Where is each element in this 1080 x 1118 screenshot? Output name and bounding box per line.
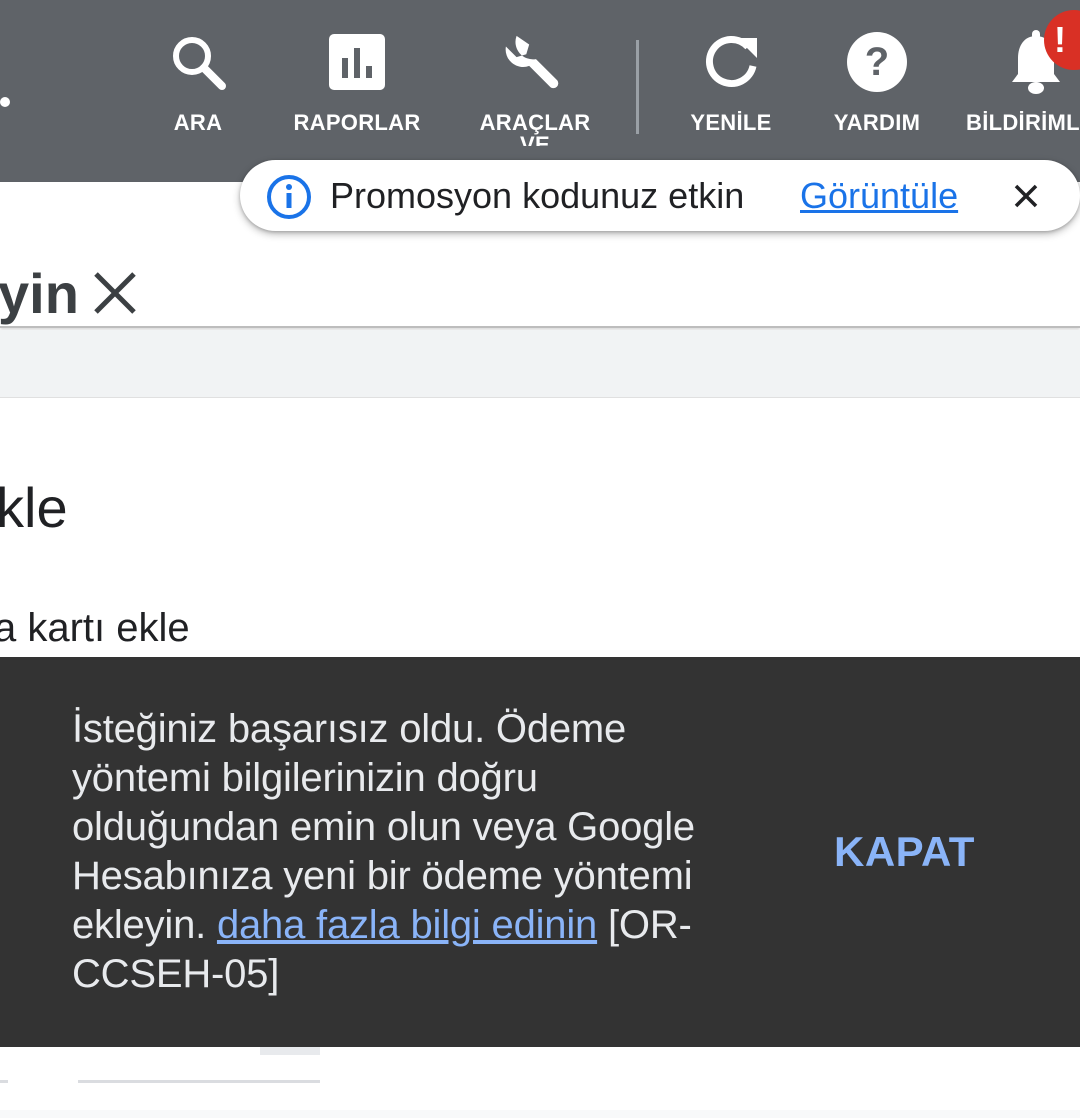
refresh-icon [699, 30, 763, 94]
reports-button[interactable]: RAPORLAR [282, 30, 432, 160]
refresh-button[interactable]: YENİLE [680, 30, 782, 160]
close-page-button[interactable] [90, 268, 140, 318]
toolbar-divider [636, 40, 639, 134]
snackbar-message: İsteğiniz başarısız oldu. Ödeme yöntemi … [72, 705, 752, 999]
close-icon [94, 272, 136, 314]
promo-text: Promosyon kodunuz etkin [330, 175, 745, 216]
dismiss-button[interactable]: KAPAT [834, 827, 975, 877]
search-icon [166, 30, 230, 94]
svg-text:?: ? [865, 40, 889, 84]
tools-label: ARAÇLAR VE [479, 112, 591, 146]
menu-dot [0, 97, 10, 107]
form-field[interactable] [78, 1047, 320, 1083]
notifications-label: BİLDİRİML [966, 110, 1080, 135]
reports-label: RAPORLAR [293, 110, 421, 135]
tools-button[interactable]: ARAÇLAR VE [470, 30, 600, 160]
search-button[interactable]: ARA [148, 30, 248, 160]
promo-banner: Promosyon kodunuz etkin Görüntüle [240, 160, 1080, 231]
search-label: ARA [173, 110, 223, 135]
section-heading: kle [0, 476, 68, 539]
page-bottom-edge [0, 1110, 1080, 1118]
refresh-label: YENİLE [690, 110, 772, 135]
field-underline [0, 1080, 8, 1083]
wrench-icon [503, 30, 567, 94]
help-icon: ? [845, 30, 909, 94]
page-title: yin [0, 262, 79, 325]
top-toolbar: ARA RAPORLAR ARAÇLAR VE YENİLE ? YARDIM … [0, 0, 1080, 182]
help-label: YARDIM [833, 110, 921, 135]
promo-close-button[interactable] [1008, 178, 1044, 214]
add-card-option[interactable]: a kartı ekle [0, 604, 190, 652]
bar-chart-icon [325, 30, 389, 94]
error-snackbar: İsteğiniz başarısız oldu. Ödeme yöntemi … [0, 657, 1080, 1047]
help-button[interactable]: ? YARDIM [826, 30, 928, 160]
learn-more-link[interactable]: daha fazla bilgi edinin [217, 903, 597, 947]
info-icon [267, 175, 311, 219]
close-icon [1014, 184, 1038, 208]
promo-view-link[interactable]: Görüntüle [800, 174, 958, 218]
section-divider-band [0, 330, 1080, 398]
field-chip [260, 1047, 320, 1055]
